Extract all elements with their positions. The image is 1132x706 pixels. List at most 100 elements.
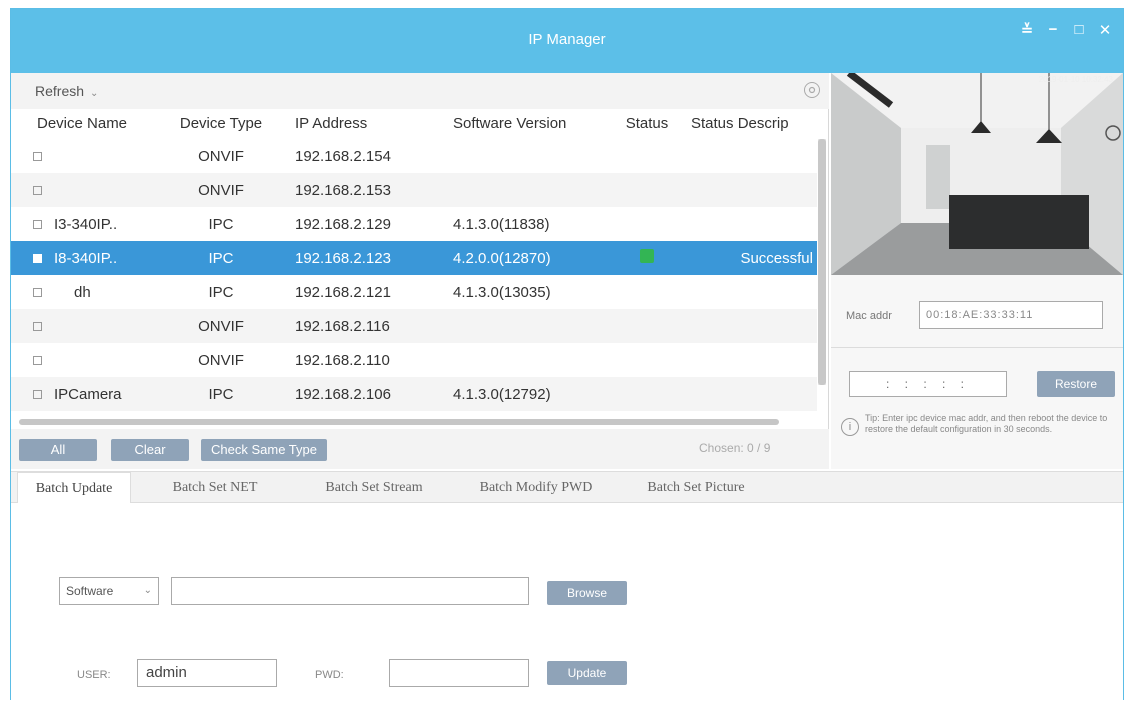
tab-batch-modify-pwd[interactable]: Batch Modify PWD [455, 472, 617, 503]
device-table-body: ONVIF 192.168.2.154 ONVIF 192.168.2.153 … [11, 139, 817, 411]
table-row[interactable]: ONVIF 192.168.2.154 [11, 139, 817, 173]
column-header-status-description[interactable]: Status Descrip [677, 109, 817, 139]
tab-batch-set-picture[interactable]: Batch Set Picture [623, 472, 769, 503]
row-checkbox[interactable] [33, 321, 42, 331]
software-version-cell: 4.1.3.0(13035) [453, 283, 551, 301]
device-name-cell [11, 355, 173, 365]
table-row[interactable]: ONVIF 192.168.2.153 [11, 173, 817, 207]
refresh-button[interactable]: Refresh ⌄ [35, 83, 98, 99]
update-button[interactable]: Update [547, 661, 627, 685]
maximize-icon[interactable]: □ [1071, 21, 1087, 39]
collapse-icon[interactable]: ≚ [1019, 21, 1035, 39]
row-checkbox[interactable] [33, 287, 42, 297]
table-row[interactable]: I3-340IP.. IPC 192.168.2.129 4.1.3.0(118… [11, 207, 817, 241]
device-name: I3-340IP.. [54, 215, 118, 233]
camera-preview-scene [831, 73, 1123, 275]
file-path-input[interactable] [171, 577, 529, 605]
device-name-cell: dh [11, 284, 173, 301]
device-type-cell: IPC [208, 249, 234, 267]
column-header-ip-address[interactable]: IP Address [269, 109, 429, 139]
select-all-button[interactable]: All [19, 439, 97, 461]
device-type-cell: ONVIF [198, 317, 244, 335]
table-header: Device Name Device Type IP Address Softw… [11, 109, 817, 139]
device-name-cell: I3-340IP.. [11, 216, 173, 233]
ip-address-cell: 192.168.2.106 [295, 385, 391, 403]
ip-manager-window: IP Manager ≚ − □ ✕ Refresh ⌄ Device Name … [10, 8, 1124, 701]
update-type-value: Software [66, 584, 114, 598]
row-checkbox[interactable] [33, 389, 42, 399]
ip-address-cell: 192.168.2.153 [295, 181, 391, 199]
ip-address-cell: 192.168.2.121 [295, 283, 391, 301]
batch-update-panel: Software ⌄ Browse USER: admin PWD: Updat… [11, 503, 1123, 701]
column-header-software-version[interactable]: Software Version [429, 109, 617, 139]
restore-button[interactable]: Restore [1037, 371, 1115, 397]
horizontal-scrollbar[interactable] [19, 419, 779, 425]
row-checkbox[interactable] [33, 355, 42, 365]
software-version-cell: 4.2.0.0(12870) [453, 249, 551, 267]
device-name: dh [74, 283, 91, 301]
ip-address-cell: 192.168.2.123 [295, 249, 391, 267]
settings-glyph [808, 86, 816, 94]
column-header-status[interactable]: Status [617, 109, 677, 139]
status-description-cell: Successful [740, 249, 813, 267]
row-checkbox[interactable] [33, 151, 42, 161]
row-checkbox[interactable] [33, 185, 42, 195]
ip-address-cell: 192.168.2.154 [295, 147, 391, 165]
device-name-cell: I8-340IP.. [11, 250, 173, 267]
table-row-selected[interactable]: I8-340IP.. IPC 192.168.2.123 4.2.0.0(128… [11, 241, 817, 275]
vertical-scrollbar[interactable] [818, 139, 826, 385]
check-same-type-button[interactable]: Check Same Type [201, 439, 327, 461]
mac-addr-label: Mac addr [846, 310, 892, 322]
device-name: I8-340IP.. [54, 249, 118, 267]
list-toolbar: Refresh ⌄ [11, 73, 829, 109]
pwd-input[interactable] [389, 659, 529, 687]
device-type-cell: ONVIF [198, 181, 244, 199]
column-header-device-type[interactable]: Device Type [173, 109, 269, 139]
user-input[interactable]: admin [137, 659, 277, 687]
device-type-cell: ONVIF [198, 351, 244, 369]
refresh-label: Refresh [35, 83, 85, 99]
chosen-count: Chosen: 0 / 9 [699, 441, 771, 455]
device-type-cell: IPC [208, 283, 234, 301]
restore-mac-input[interactable]: : : : : : [849, 371, 1007, 397]
window-title: IP Manager [528, 31, 606, 48]
device-name-cell [11, 185, 173, 195]
camera-preview-image: 2019-01-10 10:32:43 [831, 73, 1123, 275]
minimize-icon[interactable]: − [1045, 21, 1061, 39]
window-controls: ≚ − □ ✕ [1019, 21, 1113, 39]
user-label: USER: [77, 669, 111, 681]
update-type-select[interactable]: Software ⌄ [59, 577, 159, 605]
tab-batch-update[interactable]: Batch Update [17, 472, 131, 504]
table-row[interactable]: ONVIF 192.168.2.110 [11, 343, 817, 377]
device-list-panel: Refresh ⌄ Device Name Device Type IP Addr… [11, 73, 829, 469]
table-row[interactable]: dh IPC 192.168.2.121 4.1.3.0(13035) [11, 275, 817, 309]
table-row[interactable]: ONVIF 192.168.2.116 [11, 309, 817, 343]
close-icon[interactable]: ✕ [1097, 21, 1113, 39]
vertical-scrollbar-thumb[interactable] [818, 139, 826, 385]
tab-batch-set-stream[interactable]: Batch Set Stream [299, 472, 449, 503]
divider [831, 347, 1123, 348]
ip-address-cell: 192.168.2.116 [295, 317, 390, 335]
device-info-panel: 2019-01-10 10:32:43 Mac addr 00:18:AE:33… [831, 73, 1123, 469]
ip-address-cell: 192.168.2.129 [295, 215, 391, 233]
mac-addr-field[interactable]: 00:18:AE:33:33:11 [919, 301, 1103, 329]
table-row[interactable]: IPCamera IPC 192.168.2.106 4.1.3.0(12792… [11, 377, 817, 411]
column-header-device-name[interactable]: Device Name [11, 109, 173, 139]
device-name-cell [11, 321, 173, 331]
ip-address-cell: 192.168.2.110 [295, 351, 390, 369]
tab-batch-set-net[interactable]: Batch Set NET [149, 472, 281, 503]
title-bar: IP Manager ≚ − □ ✕ [11, 9, 1123, 73]
info-icon: i [841, 418, 859, 436]
pwd-label: PWD: [315, 669, 344, 681]
status-ok-indicator [640, 249, 654, 263]
browse-button[interactable]: Browse [547, 581, 627, 605]
device-type-cell: ONVIF [198, 147, 244, 165]
device-type-cell: IPC [208, 385, 234, 403]
settings-icon[interactable] [804, 82, 820, 98]
chevron-down-icon: ⌄ [90, 88, 99, 99]
device-name-cell: IPCamera [11, 386, 173, 403]
software-version-cell: 4.1.3.0(12792) [453, 385, 551, 403]
clear-button[interactable]: Clear [111, 439, 189, 461]
row-checkbox[interactable] [33, 219, 42, 229]
row-checkbox[interactable] [33, 253, 42, 263]
